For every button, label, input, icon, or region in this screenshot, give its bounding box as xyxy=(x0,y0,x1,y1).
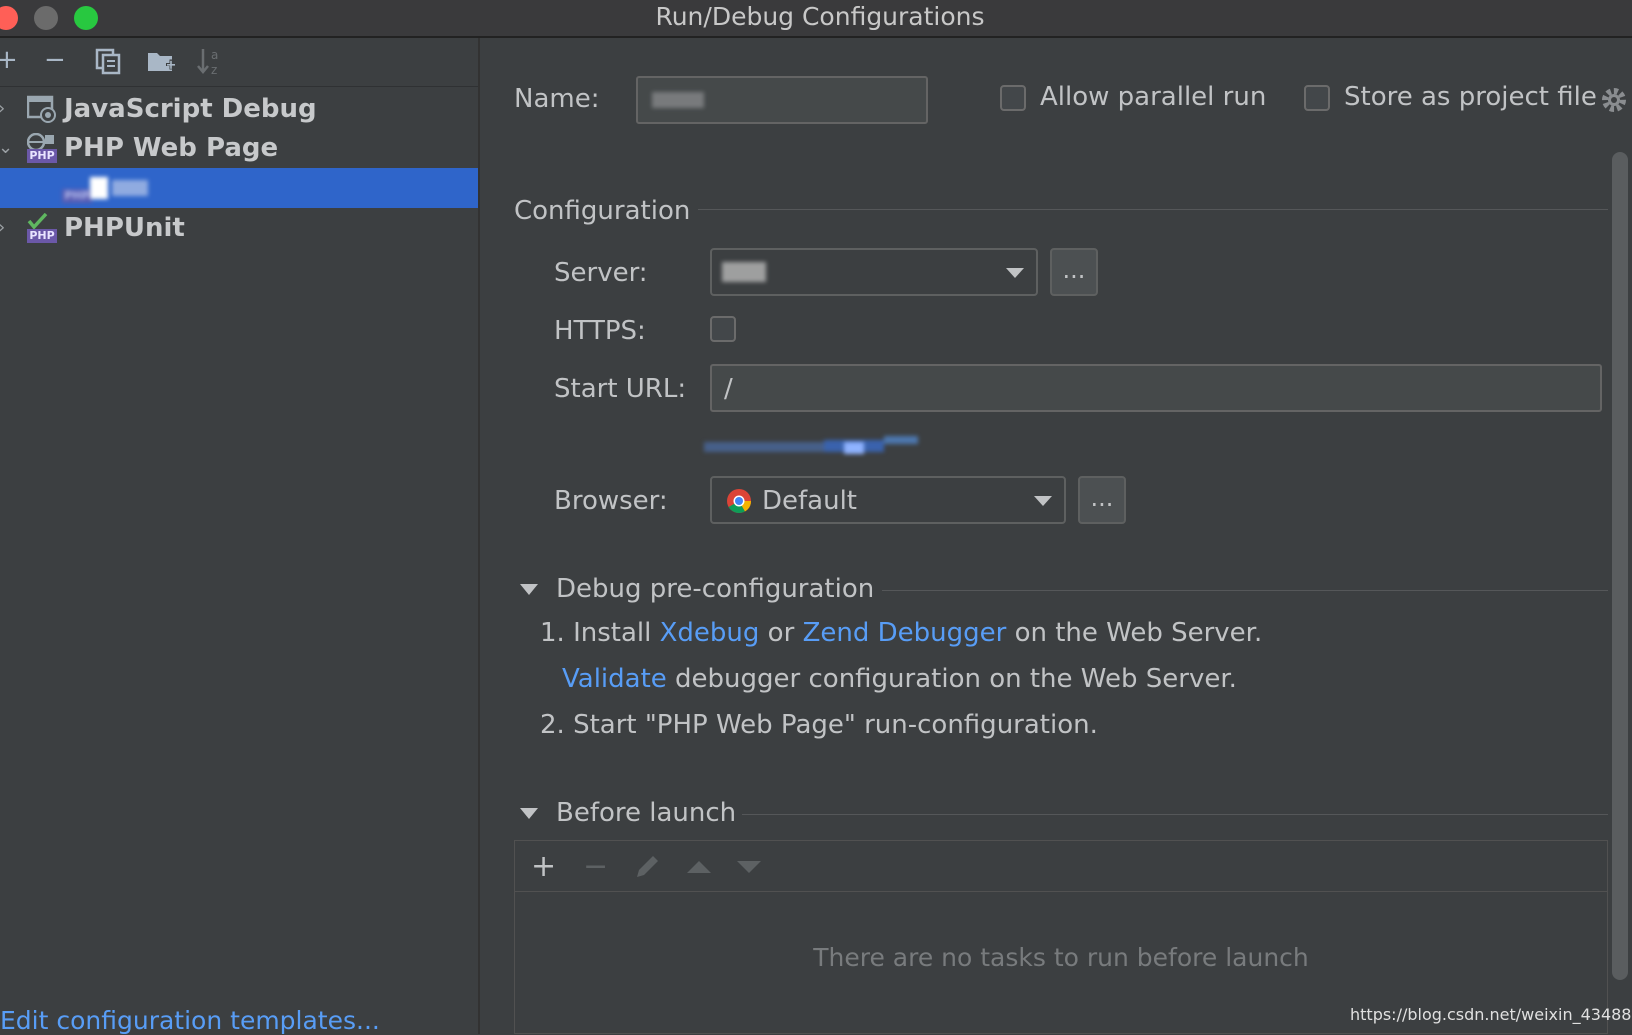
start-url-label: Start URL: xyxy=(554,374,687,404)
debug-validate-line: Validate debugger configuration on the W… xyxy=(562,664,1237,694)
tree-item-php-web-page[interactable]: ⌄ PHP PHP Web Page xyxy=(0,128,478,168)
sort-icon[interactable]: az xyxy=(196,45,226,77)
collapse-triangle-icon[interactable] xyxy=(520,808,538,819)
start-url-value: / xyxy=(724,374,733,404)
before-launch-title[interactable]: Before launch xyxy=(556,798,736,828)
name-label: Name: xyxy=(514,84,600,114)
gear-icon[interactable] xyxy=(1600,86,1628,114)
add-configuration-button[interactable]: + xyxy=(0,42,18,78)
allow-parallel-run-checkbox[interactable] xyxy=(1000,85,1026,111)
watermark: https://blog.csdn.net/weixin_43488988 xyxy=(1350,1005,1632,1024)
javascript-debug-icon xyxy=(26,94,57,124)
move-down-icon[interactable] xyxy=(737,861,761,873)
tree-item-label: PHP Web Page xyxy=(64,133,279,163)
task-toolbar xyxy=(515,841,1607,892)
edit-pencil-icon[interactable] xyxy=(633,853,661,881)
section-divider xyxy=(742,814,1608,815)
remove-configuration-button[interactable]: − xyxy=(44,42,66,78)
empty-tasks-message: There are no tasks to run before launch xyxy=(813,943,1309,972)
move-up-icon[interactable] xyxy=(687,861,711,873)
debug-preconfiguration-title[interactable]: Debug pre-configuration xyxy=(556,574,874,604)
chrome-icon xyxy=(726,488,752,514)
redacted-server xyxy=(722,262,766,282)
vertical-scrollbar[interactable] xyxy=(1612,152,1628,980)
configuration-section-title: Configuration xyxy=(514,196,691,226)
redacted-name xyxy=(90,177,108,199)
edit-configuration-templates-link[interactable]: Edit configuration templates... xyxy=(0,1006,380,1035)
chevron-down-icon[interactable]: ⌄ xyxy=(0,128,13,168)
debug-step-2: 2. Start "PHP Web Page" run-configuratio… xyxy=(540,710,1098,740)
toolbar-separator xyxy=(0,86,478,87)
tree-item-label: JavaScript Debug xyxy=(64,94,317,124)
server-combobox[interactable] xyxy=(710,248,1038,296)
redacted-name xyxy=(652,92,704,108)
start-url-input[interactable]: / xyxy=(710,364,1602,412)
browser-combobox[interactable]: Default xyxy=(710,476,1066,524)
php-badge: PHP xyxy=(27,149,57,163)
validate-link[interactable]: Validate xyxy=(562,664,667,694)
section-divider xyxy=(882,590,1608,591)
phpunit-icon: PHP xyxy=(27,213,57,243)
tree-item-selected-config[interactable]: PHP xyxy=(0,168,478,208)
allow-parallel-run-label[interactable]: Allow parallel run xyxy=(1040,82,1266,112)
title-bar: Run/Debug Configurations xyxy=(0,0,1632,38)
php-badge: PHP xyxy=(27,229,57,243)
copy-icon[interactable] xyxy=(94,47,122,75)
resolved-url-link[interactable] xyxy=(704,436,918,456)
add-task-button[interactable]: + xyxy=(531,845,556,889)
store-as-project-file-checkbox[interactable] xyxy=(1304,85,1330,111)
server-label: Server: xyxy=(554,258,648,288)
chevron-down-icon[interactable] xyxy=(1034,496,1052,506)
browser-label: Browser: xyxy=(554,486,668,516)
tree-item-javascript-debug[interactable]: › JavaScript Debug xyxy=(0,89,478,129)
php-badge: PHP xyxy=(62,189,92,203)
debug-step-1: 1. Install Xdebug or Zend Debugger on th… xyxy=(540,618,1262,648)
tree-item-label: PHPUnit xyxy=(64,213,185,243)
zend-debugger-link[interactable]: Zend Debugger xyxy=(803,618,1007,648)
redacted-name xyxy=(112,180,148,196)
window-title: Run/Debug Configurations xyxy=(655,2,985,31)
validate-suffix: debugger configuration on the Web Server… xyxy=(666,664,1237,694)
name-input[interactable] xyxy=(636,76,928,124)
step-1-prefix: 1. Install xyxy=(540,618,660,648)
chevron-right-icon[interactable]: › xyxy=(0,89,5,129)
php-web-page-icon: PHP xyxy=(62,173,92,203)
chevron-down-icon[interactable] xyxy=(1006,268,1024,278)
browser-value: Default xyxy=(762,486,857,516)
php-web-page-icon: PHP xyxy=(27,133,57,163)
store-as-project-file-label[interactable]: Store as project file xyxy=(1344,82,1597,112)
svg-text:a: a xyxy=(211,48,218,62)
xdebug-link[interactable]: Xdebug xyxy=(660,618,760,648)
server-browse-button[interactable]: ... xyxy=(1050,248,1098,296)
https-label: HTTPS: xyxy=(554,316,646,346)
browser-browse-button[interactable]: ... xyxy=(1078,476,1126,524)
chevron-right-icon[interactable]: › xyxy=(0,208,5,248)
svg-text:z: z xyxy=(211,63,217,77)
or-text: or xyxy=(759,618,803,648)
collapse-triangle-icon[interactable] xyxy=(520,584,538,595)
new-folder-icon[interactable] xyxy=(146,47,178,75)
https-checkbox[interactable] xyxy=(710,316,736,342)
tree-item-phpunit[interactable]: › PHP PHPUnit xyxy=(0,208,478,248)
step-1-suffix: on the Web Server. xyxy=(1006,618,1263,648)
section-divider xyxy=(698,209,1608,210)
remove-task-button[interactable]: − xyxy=(583,845,608,889)
